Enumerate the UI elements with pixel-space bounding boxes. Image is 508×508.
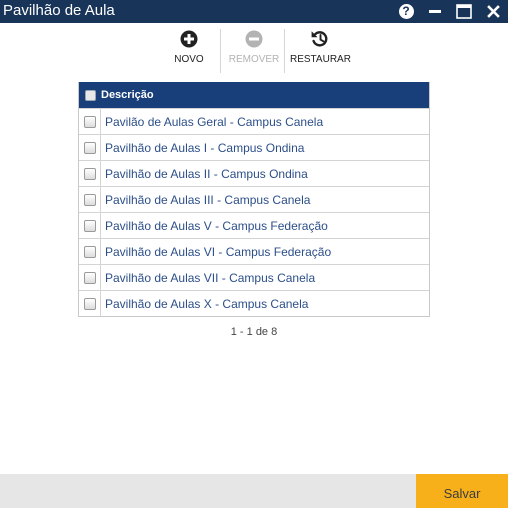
select-all-checkbox[interactable] bbox=[84, 89, 96, 101]
footer-bar: Salvar bbox=[0, 474, 508, 508]
table-row[interactable]: Pavilhão de Aulas I - Campus Ondina bbox=[79, 134, 429, 160]
title-bar: Pavilhão de Aula ? bbox=[0, 0, 508, 23]
maximize-icon bbox=[456, 4, 472, 19]
row-description[interactable]: Pavilhão de Aulas X - Campus Canela bbox=[101, 291, 308, 316]
row-checkbox-cell bbox=[79, 239, 101, 264]
grid-header: Descrição bbox=[79, 82, 429, 108]
remover-label: REMOVER bbox=[228, 54, 280, 65]
row-description[interactable]: Pavilhão de Aulas II - Campus Ondina bbox=[101, 161, 308, 186]
plus-circle-icon bbox=[180, 30, 198, 48]
row-description[interactable]: Pavilhão de Aulas I - Campus Ondina bbox=[101, 135, 304, 160]
close-button[interactable] bbox=[485, 0, 501, 23]
row-description[interactable]: Pavilhão de Aulas III - Campus Canela bbox=[101, 187, 310, 212]
table-row[interactable]: Pavilhão de Aulas V - Campus Federação bbox=[79, 212, 429, 238]
table-row[interactable]: Pavilhão de Aulas X - Campus Canela bbox=[79, 290, 429, 316]
row-checkbox[interactable] bbox=[83, 245, 96, 258]
table-row[interactable]: Pavilão de Aulas Geral - Campus Canela bbox=[79, 108, 429, 134]
table-row[interactable]: Pavilhão de Aulas VI - Campus Federação bbox=[79, 238, 429, 264]
help-button[interactable]: ? bbox=[398, 0, 414, 23]
row-description[interactable]: Pavilhão de Aulas VI - Campus Federação bbox=[101, 239, 331, 264]
row-checkbox[interactable] bbox=[83, 141, 96, 154]
row-checkbox-cell bbox=[79, 135, 101, 160]
table-row[interactable]: Pavilhão de Aulas VII - Campus Canela bbox=[79, 264, 429, 290]
toolbar-divider bbox=[220, 29, 221, 73]
row-checkbox-cell bbox=[79, 161, 101, 186]
column-header-descricao[interactable]: Descrição bbox=[101, 89, 154, 101]
minus-circle-icon bbox=[245, 30, 263, 48]
novo-button[interactable]: NOVO bbox=[166, 28, 212, 72]
table-row[interactable]: Pavilhão de Aulas III - Campus Canela bbox=[79, 186, 429, 212]
close-icon bbox=[486, 5, 500, 18]
row-checkbox[interactable] bbox=[83, 167, 96, 180]
select-all-cell bbox=[79, 89, 101, 101]
remover-button[interactable]: REMOVER bbox=[226, 28, 282, 72]
row-checkbox[interactable] bbox=[83, 193, 96, 206]
row-checkbox[interactable] bbox=[83, 219, 96, 232]
restaurar-button[interactable]: RESTAURAR bbox=[290, 28, 351, 72]
data-grid: Descrição Pavilão de Aulas Geral - Campu… bbox=[78, 82, 430, 317]
help-icon: ? bbox=[398, 4, 414, 19]
row-description[interactable]: Pavilhão de Aulas VII - Campus Canela bbox=[101, 265, 315, 290]
minimize-button[interactable] bbox=[427, 0, 443, 23]
row-description[interactable]: Pavilhão de Aulas V - Campus Federação bbox=[101, 213, 328, 238]
row-checkbox[interactable] bbox=[83, 115, 96, 128]
row-description[interactable]: Pavilão de Aulas Geral - Campus Canela bbox=[101, 109, 323, 134]
window-title: Pavilhão de Aula bbox=[3, 2, 115, 19]
row-checkbox-cell bbox=[79, 213, 101, 238]
table-row[interactable]: Pavilhão de Aulas II - Campus Ondina bbox=[79, 160, 429, 186]
minimize-icon bbox=[429, 9, 441, 13]
restaurar-label: RESTAURAR bbox=[290, 54, 351, 65]
row-checkbox-cell bbox=[79, 109, 101, 134]
save-button[interactable]: Salvar bbox=[416, 474, 508, 508]
pagination-info: 1 - 1 de 8 bbox=[230, 326, 278, 338]
novo-label: NOVO bbox=[174, 54, 204, 65]
toolbar-divider bbox=[284, 29, 285, 73]
restore-history-icon bbox=[311, 31, 327, 47]
row-checkbox-cell bbox=[79, 291, 101, 316]
row-checkbox-cell bbox=[79, 265, 101, 290]
row-checkbox-cell bbox=[79, 187, 101, 212]
maximize-button[interactable] bbox=[455, 0, 473, 23]
row-checkbox[interactable] bbox=[83, 297, 96, 310]
row-checkbox[interactable] bbox=[83, 271, 96, 284]
toolbar: NOVO REMOVER RESTAURAR bbox=[0, 28, 508, 73]
